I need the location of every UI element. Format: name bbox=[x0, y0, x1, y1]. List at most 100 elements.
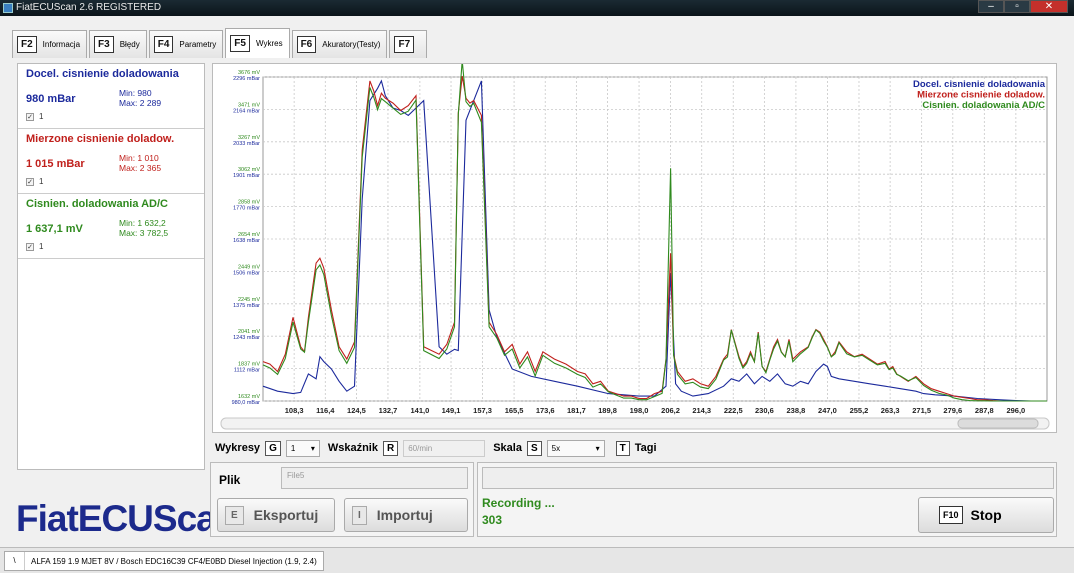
stop-label: Stop bbox=[970, 507, 1002, 523]
x-tick-label: 222,5 bbox=[724, 406, 743, 415]
x-tick-label: 238,8 bbox=[787, 406, 806, 415]
x-tick-label: 263,3 bbox=[881, 406, 900, 415]
x-tick-label: 181,7 bbox=[567, 406, 586, 415]
skala-label: Skala bbox=[493, 442, 522, 454]
signal-check-label: 1 bbox=[39, 177, 44, 186]
tab-bar: F2 Informacja F3 Błędy F4 Parametry F5 Wykre… bbox=[12, 28, 429, 58]
tab-key: F4 bbox=[153, 36, 174, 53]
x-tick-label: 287,8 bbox=[975, 406, 994, 415]
tab-key: F6 bbox=[296, 36, 317, 53]
tab-label: Akuratory(Testy) bbox=[322, 40, 381, 49]
y-tick-label-mbar: 1112 mBar bbox=[234, 368, 260, 374]
app-icon bbox=[3, 3, 13, 13]
x-tick-label: 173,6 bbox=[536, 406, 555, 415]
signal-name: Cisnien. doladowania AD/C bbox=[26, 198, 168, 210]
signal-checkbox[interactable]: ✓ 1 bbox=[26, 112, 43, 121]
skala-select[interactable]: 5x ▾ bbox=[546, 439, 605, 457]
x-tick-label: 141,0 bbox=[410, 406, 429, 415]
x-tick-label: 206,2 bbox=[661, 406, 680, 415]
y-tick-label-mbar: 980,0 mBar bbox=[232, 400, 261, 406]
signal-check-label: 1 bbox=[39, 112, 44, 121]
stop-button[interactable]: F10 Stop bbox=[918, 497, 1054, 533]
status-separator: \ bbox=[5, 552, 25, 570]
y-tick-label-mbar: 1243 mBar bbox=[233, 335, 260, 341]
maximize-icon[interactable]: ▫ bbox=[1004, 0, 1030, 13]
legend-entry: Mierzone cisnienie doladow. bbox=[917, 90, 1045, 101]
import-button[interactable]: I Importuj bbox=[344, 498, 468, 532]
signal-checkbox[interactable]: ✓ 1 bbox=[26, 177, 43, 186]
import-label: Importuj bbox=[376, 507, 433, 523]
tab-label: Błędy bbox=[119, 40, 140, 49]
signal-max: Max: 3 782,5 bbox=[119, 228, 169, 238]
window-titlebar: FiatECUScan 2.6 REGISTERED – ▫ ✕ bbox=[0, 0, 1074, 16]
tab-bledy[interactable]: F3 Błędy bbox=[89, 30, 147, 58]
x-tick-label: 132,7 bbox=[379, 406, 398, 415]
ecu-status-tab[interactable]: \ ALFA 159 1.9 MJET 8V / Bosch EDC16C39 … bbox=[4, 551, 324, 571]
x-tick-label: 214,3 bbox=[692, 406, 711, 415]
tab-wykres[interactable]: F5 Wykres bbox=[225, 28, 290, 58]
tab-akuratory[interactable]: F6 Akuratory(Testy) bbox=[291, 30, 388, 58]
recording-progress bbox=[482, 467, 1054, 489]
wskaznik-key[interactable]: R bbox=[382, 440, 399, 456]
wskaznik-field[interactable]: 60/min bbox=[403, 439, 486, 457]
recording-panel: Recording ... 303 F10 Stop bbox=[477, 462, 1057, 537]
x-tick-label: 279,6 bbox=[943, 406, 962, 415]
chart-panel: 108,3 116,4 124,5 132,7 141,0 149,1 157,3 165,5… bbox=[212, 63, 1057, 433]
wykresy-value: 1 bbox=[290, 443, 296, 453]
x-tick-label: 165,5 bbox=[505, 406, 524, 415]
signal-name: Mierzone cisnienie doladow. bbox=[26, 133, 175, 145]
legend-entry: Docel. cisnienie doladowania bbox=[913, 79, 1046, 90]
x-tick-label: 271,5 bbox=[912, 406, 931, 415]
x-tick-label: 230,6 bbox=[755, 406, 774, 415]
signal-minmax: Min: 1 010 Max: 2 365 bbox=[119, 153, 161, 173]
x-tick-label: 255,2 bbox=[850, 406, 869, 415]
signal-name: Docel. cisnienie doladowania bbox=[26, 68, 179, 80]
y-tick-label-mbar: 1901 mBar bbox=[233, 173, 260, 179]
wykresy-key[interactable]: G bbox=[265, 440, 281, 456]
tagi-key[interactable]: T bbox=[615, 440, 630, 456]
close-icon[interactable]: ✕ bbox=[1030, 0, 1068, 13]
check-icon: ✓ bbox=[26, 177, 34, 186]
filename-field[interactable]: File5 bbox=[281, 467, 468, 489]
wykresy-select[interactable]: 1 ▾ bbox=[285, 439, 320, 457]
signal-min: Min: 1 632,2 bbox=[119, 218, 166, 228]
file-panel: Plik File5 E Eksportuj I Importuj bbox=[210, 462, 474, 537]
signal-checkbox[interactable]: ✓ 1 bbox=[26, 242, 43, 251]
chevron-down-icon: ▾ bbox=[310, 443, 315, 453]
x-tick-label: 198,0 bbox=[630, 406, 649, 415]
tab-informacja[interactable]: F2 Informacja bbox=[12, 30, 88, 58]
x-tick-label: 296,0 bbox=[1006, 406, 1025, 415]
x-tick-label: 247,0 bbox=[818, 406, 837, 415]
x-tick-label: 108,3 bbox=[285, 406, 304, 415]
minimize-icon[interactable]: – bbox=[978, 0, 1004, 13]
tab-key: F2 bbox=[17, 36, 37, 53]
y-tick-label-mbar: 1638 mBar bbox=[233, 238, 260, 244]
status-bar: \ ALFA 159 1.9 MJET 8V / Bosch EDC16C39 … bbox=[0, 547, 1074, 573]
app-logo: FiatECUScan bbox=[16, 498, 238, 539]
chevron-down-icon: ▾ bbox=[595, 443, 600, 453]
tab-key: F3 bbox=[94, 36, 114, 53]
signal-min: Min: 1 010 bbox=[119, 153, 159, 163]
y-tick-label-mbar: 1506 mBar bbox=[233, 270, 260, 276]
x-tick-label: 189,8 bbox=[598, 406, 617, 415]
signal-minmax: Min: 1 632,2 Max: 3 782,5 bbox=[119, 218, 168, 238]
tab-label: Wykres bbox=[255, 39, 283, 48]
signal-value: 1 637,1 mV bbox=[26, 223, 83, 235]
line-chart: 108,3 116,4 124,5 132,7 141,0 149,1 157,3 165,5… bbox=[220, 64, 1050, 430]
check-icon: ✓ bbox=[26, 242, 34, 251]
tab-f7[interactable]: F7 bbox=[389, 30, 428, 58]
signal-item[interactable]: Docel. cisnienie doladowania 980 mBar Mi… bbox=[18, 64, 204, 129]
recording-count: 303 bbox=[482, 513, 503, 527]
x-tick-label: 157,3 bbox=[473, 406, 492, 415]
skala-value: 5x bbox=[551, 443, 561, 453]
y-tick-label-mbar: 2033 mBar bbox=[233, 141, 260, 147]
signal-item[interactable]: Mierzone cisnienie doladow. 1 015 mBar M… bbox=[18, 129, 204, 194]
stop-key: F10 bbox=[939, 506, 963, 524]
export-button[interactable]: E Eksportuj bbox=[217, 498, 335, 532]
signal-value: 1 015 mBar bbox=[26, 158, 85, 170]
export-key: E bbox=[225, 505, 244, 525]
tab-key: F7 bbox=[394, 36, 415, 53]
skala-key[interactable]: S bbox=[526, 440, 542, 456]
tab-parametry[interactable]: F4 Parametry bbox=[148, 30, 224, 58]
signal-item[interactable]: Cisnien. doladowania AD/C 1 637,1 mV Min… bbox=[18, 194, 204, 259]
